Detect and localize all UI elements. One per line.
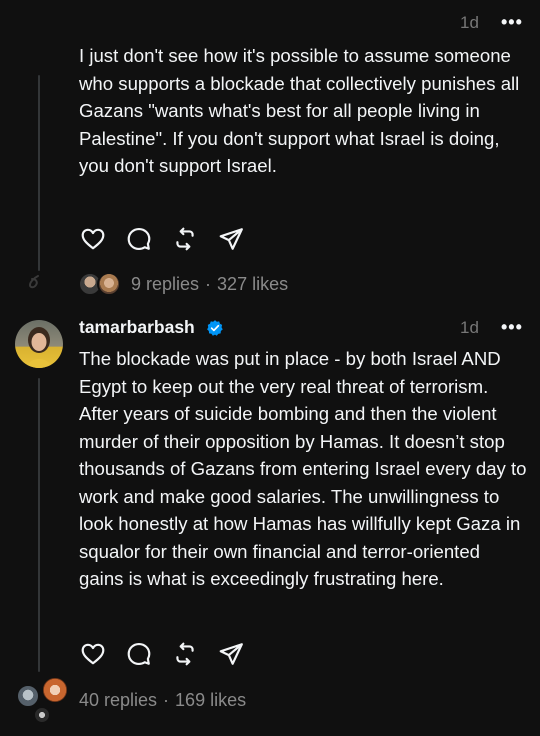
heart-icon [81,643,105,665]
post-actions [79,640,263,668]
more-options-button[interactable]: ••• [501,12,523,33]
like-button[interactable] [79,225,107,253]
post-stats: 40 replies · 169 likes [79,690,246,711]
share-icon [219,228,243,250]
heart-icon [81,228,105,250]
thread-line-reply [38,378,40,672]
replier-avatar [41,676,69,704]
reply-button[interactable] [125,225,153,253]
verified-badge-icon [207,320,223,336]
repost-icon [176,642,194,666]
thread-loop-icon [28,275,39,289]
avatar-portrait-icon [27,327,51,368]
likes-count[interactable]: 169 likes [175,690,246,710]
reply-button[interactable] [125,640,153,668]
post-body: I just don't see how it's possible to as… [79,45,520,176]
comment-icon [127,642,151,666]
post-timestamp: 1d [460,318,479,337]
thread-line-top [38,75,40,271]
share-button[interactable] [217,640,245,668]
repost-icon [176,227,194,251]
username[interactable]: tamarbarbash [79,317,195,338]
replier-avatar [16,684,40,708]
post-actions [79,225,263,253]
post-body: The blockade was put in place - by both … [79,348,527,589]
replier-avatar [97,272,121,296]
replier-avatar [33,706,51,724]
replies-count[interactable]: 40 replies [79,690,157,710]
post-stats: 9 replies · 327 likes [131,274,288,295]
stats-separator: · [205,274,212,294]
replies-count[interactable]: 9 replies [131,274,199,294]
more-options-button[interactable]: ••• [501,317,523,338]
like-button[interactable] [79,640,107,668]
share-icon [219,643,243,665]
avatar[interactable] [15,320,63,368]
repost-button[interactable] [171,640,199,668]
post-timestamp: 1d [460,13,479,32]
likes-count[interactable]: 327 likes [217,274,288,294]
share-button[interactable] [217,225,245,253]
repost-button[interactable] [171,225,199,253]
comment-icon [127,227,151,251]
stats-separator: · [163,690,170,710]
